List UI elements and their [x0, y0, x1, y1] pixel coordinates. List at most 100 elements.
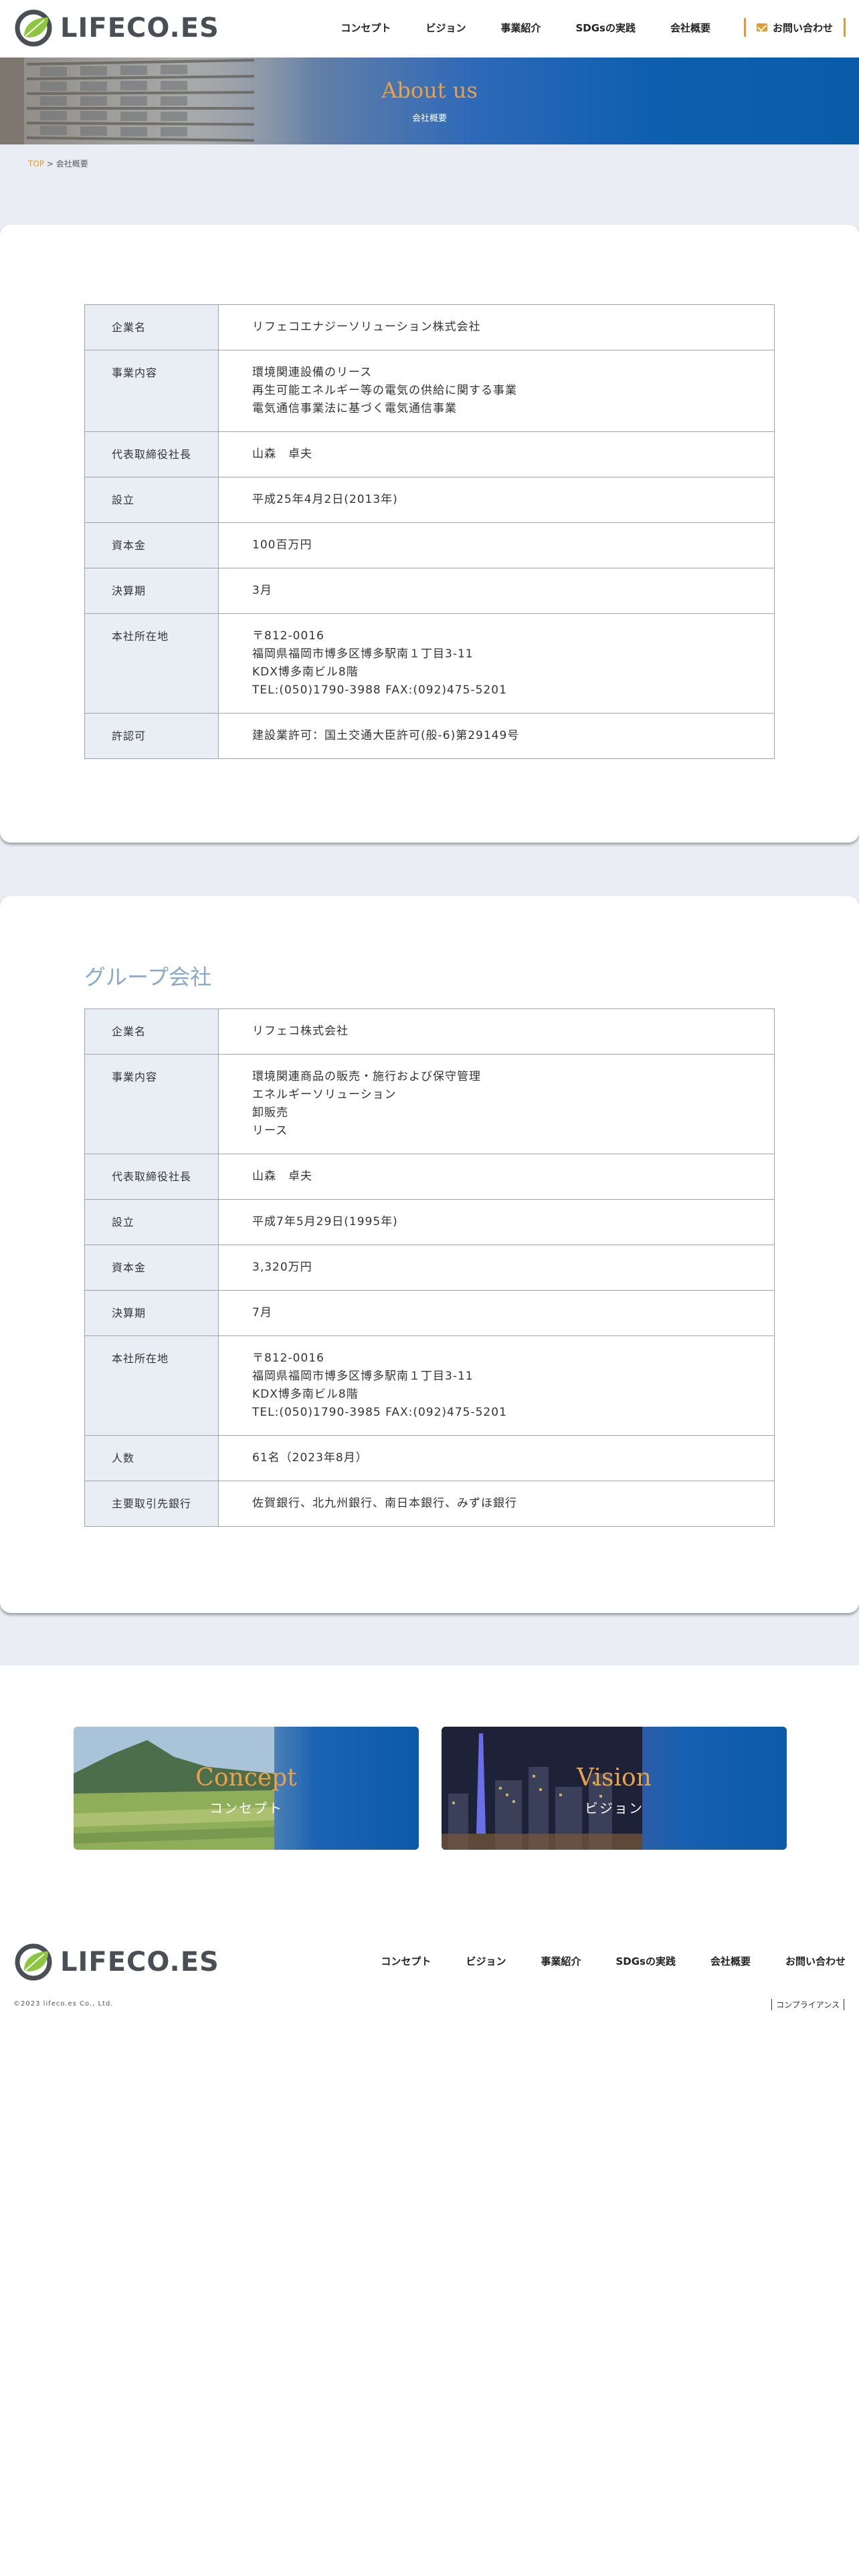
table-row: 資本金 100百万円 — [84, 522, 775, 568]
vision-banner-title: Vision — [577, 1764, 652, 1792]
table-row: 企業名 リフェコ株式会社 — [84, 1008, 775, 1055]
row-label: 代表取締役社長 — [84, 431, 219, 477]
breadcrumb-top-link[interactable]: TOP — [28, 159, 44, 169]
value-line: 電気通信事業法に基づく電気通信事業 — [252, 402, 457, 415]
footer-logo[interactable]: LIFECO.ES — [15, 1943, 219, 1981]
row-label: 代表取締役社長 — [84, 1154, 219, 1200]
footer-logo-text: LIFECO.ES — [60, 1947, 219, 1977]
main-nav: コンセプト ビジョン 事業紹介 SDGsの実践 会社概要 お問い合わせ — [341, 17, 846, 37]
table-row: 設立 平成7年5月29日(1995年) — [84, 1199, 775, 1245]
footer-nav-business[interactable]: 事業紹介 — [541, 1954, 581, 1968]
row-value: 61名（2023年8月） — [218, 1435, 775, 1481]
table-row: 企業名 リフェコエナジーソリューション株式会社 — [84, 304, 775, 350]
row-label: 資本金 — [84, 522, 219, 568]
row-label: 資本金 — [84, 1245, 219, 1291]
row-value: 100百万円 — [218, 522, 775, 568]
row-value: 〒812-0016 福岡県福岡市博多区博多駅南１丁目3-11 KDX博多南ビル8… — [218, 1335, 775, 1436]
value-line: 〒812-0016 — [252, 1352, 324, 1365]
table-row: 決算期 3月 — [84, 568, 775, 614]
row-value: 佐賀銀行、北九州銀行、南日本銀行、みずほ銀行 — [218, 1481, 775, 1527]
table-row: 代表取締役社長 山森 卓夫 — [84, 431, 775, 477]
table-row: 事業内容 環境関連設備のリース 再生可能エネルギー等の電気の供給に関する事業 電… — [84, 350, 775, 432]
logo-leaf-icon — [15, 1943, 52, 1981]
row-label: 企業名 — [84, 304, 219, 350]
nav-sdgs[interactable]: SDGsの実践 — [575, 21, 636, 35]
site-logo[interactable]: LIFECO.ES — [15, 9, 219, 47]
row-value: 山森 卓夫 — [218, 1154, 775, 1200]
logo-leaf-icon — [15, 9, 52, 47]
row-label: 主要取引先銀行 — [84, 1481, 219, 1527]
row-value: 平成25年4月2日(2013年) — [218, 477, 775, 523]
row-value: 建設業許可：国土交通大臣許可(般-6)第29149号 — [218, 713, 775, 759]
row-value: 山森 卓夫 — [218, 431, 775, 477]
table-row: 主要取引先銀行 佐賀銀行、北九州銀行、南日本銀行、みずほ銀行 — [84, 1481, 775, 1527]
row-label: 決算期 — [84, 1290, 219, 1336]
footer-nav-contact[interactable]: お問い合わせ — [785, 1954, 846, 1968]
compliance-link[interactable]: コンプライアンス — [771, 1999, 844, 2010]
vision-banner-subtitle: ビジョン — [585, 1800, 644, 1816]
table-row: 設立 平成25年4月2日(2013年) — [84, 477, 775, 523]
copyright: ©2023 lifeco.es Co., Ltd. — [13, 2000, 114, 2008]
value-line: TEL:(050)1790-3985 FAX:(092)475-5201 — [252, 1406, 507, 1419]
row-label: 設立 — [84, 477, 219, 523]
row-value: リフェコ株式会社 — [218, 1008, 775, 1055]
breadcrumb: TOP > 会社概要 — [28, 158, 88, 169]
value-line: 福岡県福岡市博多区博多駅南１丁目3-11 — [252, 647, 474, 661]
table-row: 人数 61名（2023年8月） — [84, 1435, 775, 1481]
row-label: 本社所在地 — [84, 613, 219, 714]
row-value: 〒812-0016 福岡県福岡市博多区博多駅南１丁目3-11 KDX博多南ビル8… — [218, 613, 775, 714]
footer-nav: コンセプト ビジョン 事業紹介 SDGsの実践 会社概要 お問い合わせ — [381, 1954, 846, 1968]
concept-banner[interactable]: Concept コンセプト — [74, 1727, 419, 1850]
row-value: リフェコエナジーソリューション株式会社 — [218, 304, 775, 350]
group-section-title: グループ会社 — [84, 964, 212, 990]
row-value: 7月 — [218, 1290, 775, 1336]
concept-banner-title: Concept — [195, 1764, 297, 1792]
value-line: 環境関連設備のリース — [252, 366, 373, 379]
hero-subtitle: 会社概要 — [411, 114, 447, 124]
nav-concept[interactable]: コンセプト — [341, 21, 391, 35]
group-info-table: 企業名 リフェコ株式会社 事業内容 環境関連商品の販売・施行および保守管理 エネ… — [84, 1008, 775, 1527]
table-row: 許認可 建設業許可：国土交通大臣許可(般-6)第29149号 — [84, 713, 775, 759]
footer-nav-company[interactable]: 会社概要 — [710, 1954, 751, 1968]
contact-button[interactable]: お問い合わせ — [743, 18, 846, 37]
row-label: 事業内容 — [84, 350, 219, 432]
value-line: 再生可能エネルギー等の電気の供給に関する事業 — [252, 384, 517, 397]
row-label: 事業内容 — [84, 1054, 219, 1154]
value-line: 卸販売 — [252, 1106, 288, 1119]
breadcrumb-current: 会社概要 — [56, 159, 88, 169]
row-label: 企業名 — [84, 1008, 219, 1055]
footer-nav-sdgs[interactable]: SDGsの実践 — [615, 1954, 676, 1968]
value-line: KDX博多南ビル8階 — [252, 665, 359, 679]
table-row: 資本金 3,320万円 — [84, 1245, 775, 1291]
footer-nav-vision[interactable]: ビジョン — [466, 1954, 506, 1968]
table-row: 代表取締役社長 山森 卓夫 — [84, 1154, 775, 1200]
breadcrumb-separator: > — [44, 159, 56, 169]
hero-title: About us — [381, 78, 478, 103]
company-info-table: 企業名 リフェコエナジーソリューション株式会社 事業内容 環境関連設備のリース … — [84, 304, 775, 759]
row-value: 3,320万円 — [218, 1245, 775, 1291]
value-line: 〒812-0016 — [252, 629, 324, 643]
contact-label: お問い合わせ — [772, 21, 833, 34]
row-label: 人数 — [84, 1435, 219, 1481]
nav-vision[interactable]: ビジョン — [425, 21, 466, 35]
table-row: 決算期 7月 — [84, 1290, 775, 1336]
row-value: 3月 — [218, 568, 775, 614]
row-value: 環境関連設備のリース 再生可能エネルギー等の電気の供給に関する事業 電気通信事業… — [218, 350, 775, 432]
value-line: 福岡県福岡市博多区博多駅南１丁目3-11 — [252, 1370, 474, 1383]
row-label: 設立 — [84, 1199, 219, 1245]
mail-icon — [756, 23, 767, 31]
row-value: 平成7年5月29日(1995年) — [218, 1199, 775, 1245]
hero-banner: About us 会社概要 — [0, 58, 859, 144]
nav-business[interactable]: 事業紹介 — [500, 21, 541, 35]
value-line: リース — [252, 1124, 288, 1138]
nav-company[interactable]: 会社概要 — [670, 21, 710, 35]
value-line: KDX博多南ビル8階 — [252, 1388, 359, 1401]
vision-banner[interactable]: Vision ビジョン — [442, 1727, 787, 1850]
logo-text: LIFECO.ES — [60, 13, 219, 43]
footer-nav-concept[interactable]: コンセプト — [381, 1954, 431, 1968]
row-value: 環境関連商品の販売・施行および保守管理 エネルギーソリューション 卸販売 リース — [218, 1054, 775, 1154]
value-line: エネルギーソリューション — [252, 1088, 397, 1101]
row-label: 許認可 — [84, 713, 219, 759]
table-row: 本社所在地 〒812-0016 福岡県福岡市博多区博多駅南１丁目3-11 KDX… — [84, 613, 775, 714]
table-row: 本社所在地 〒812-0016 福岡県福岡市博多区博多駅南１丁目3-11 KDX… — [84, 1335, 775, 1436]
